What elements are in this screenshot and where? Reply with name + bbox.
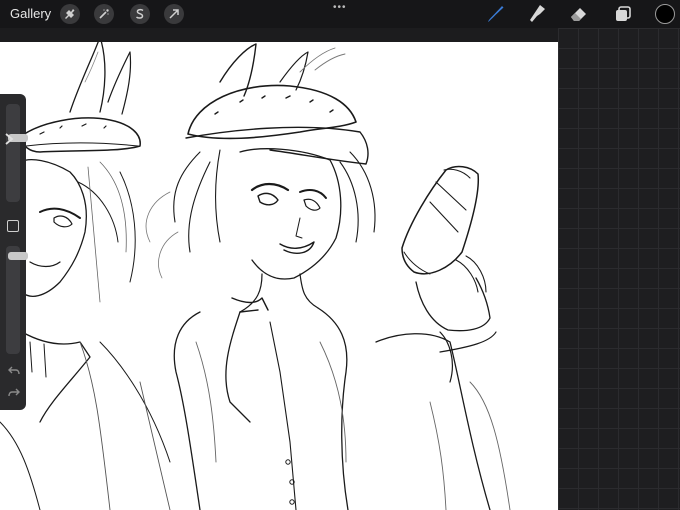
brush-sidebar [0,94,28,410]
selection-s-icon[interactable] [130,4,150,24]
brush-icon[interactable] [484,3,506,25]
gallery-button[interactable]: Gallery [10,6,51,21]
drawing-canvas[interactable] [0,42,558,510]
undo-icon[interactable] [8,366,20,376]
chevron-right-icon[interactable] [4,132,14,146]
magic-wand-icon[interactable] [94,4,114,24]
eraser-icon[interactable] [568,3,590,25]
more-dots-indicator[interactable]: ••• [333,2,347,13]
workspace-grid [558,28,680,510]
transform-arrow-icon[interactable] [164,4,184,24]
wrench-icon[interactable] [60,4,80,24]
brush-size-slider[interactable] [6,104,28,202]
workspace-background [0,28,558,42]
sketch-artwork [0,42,511,510]
top-toolbar: Gallery ••• [0,0,680,28]
opacity-thumb[interactable] [8,252,28,260]
modify-square-icon[interactable] [7,220,19,232]
layers-icon[interactable] [612,3,634,25]
smudge-icon[interactable] [526,3,548,25]
color-swatch[interactable] [655,4,675,24]
redo-icon[interactable] [8,388,20,398]
opacity-slider[interactable] [6,246,28,354]
